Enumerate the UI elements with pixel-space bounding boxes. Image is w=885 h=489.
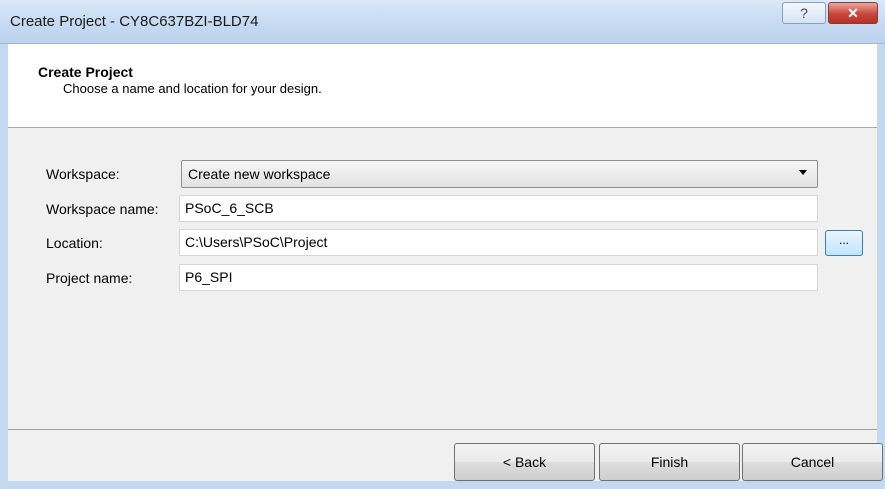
page-title: Create Project xyxy=(38,64,133,80)
browse-button[interactable]: ... xyxy=(825,230,863,256)
wizard-header: Create Project Choose a name and locatio… xyxy=(8,44,877,128)
window-frame-right xyxy=(877,44,885,489)
location-input[interactable]: C:\Users\PSoC\Project xyxy=(179,229,818,256)
title-bar[interactable]: Create Project - CY8C637BZI-BLD74 ? ✕ xyxy=(0,0,885,44)
cancel-button[interactable]: Cancel xyxy=(742,443,883,481)
page-subtitle: Choose a name and location for your desi… xyxy=(63,81,322,96)
close-button[interactable]: ✕ xyxy=(828,2,878,24)
workspace-name-label: Workspace name: xyxy=(46,201,159,217)
form-panel: Workspace: Create new workspace Workspac… xyxy=(8,128,877,429)
window-frame-bottom xyxy=(0,481,885,489)
workspace-label: Workspace: xyxy=(46,166,120,182)
location-label: Location: xyxy=(46,235,103,251)
project-name-input[interactable]: P6_SPI xyxy=(179,264,818,291)
finish-button[interactable]: Finish xyxy=(599,443,740,481)
workspace-name-input[interactable]: PSoC_6_SCB xyxy=(179,195,818,222)
workspace-select-value: Create new workspace xyxy=(188,166,331,182)
workspace-select[interactable]: Create new workspace xyxy=(181,160,818,188)
window-frame-left xyxy=(0,44,8,489)
help-button[interactable]: ? xyxy=(782,2,826,24)
project-name-label: Project name: xyxy=(46,270,133,286)
window-title: Create Project - CY8C637BZI-BLD74 xyxy=(10,13,259,30)
back-button[interactable]: < Back xyxy=(454,443,595,481)
chevron-down-icon xyxy=(799,170,807,175)
wizard-footer: < Back Finish Cancel xyxy=(8,429,883,481)
